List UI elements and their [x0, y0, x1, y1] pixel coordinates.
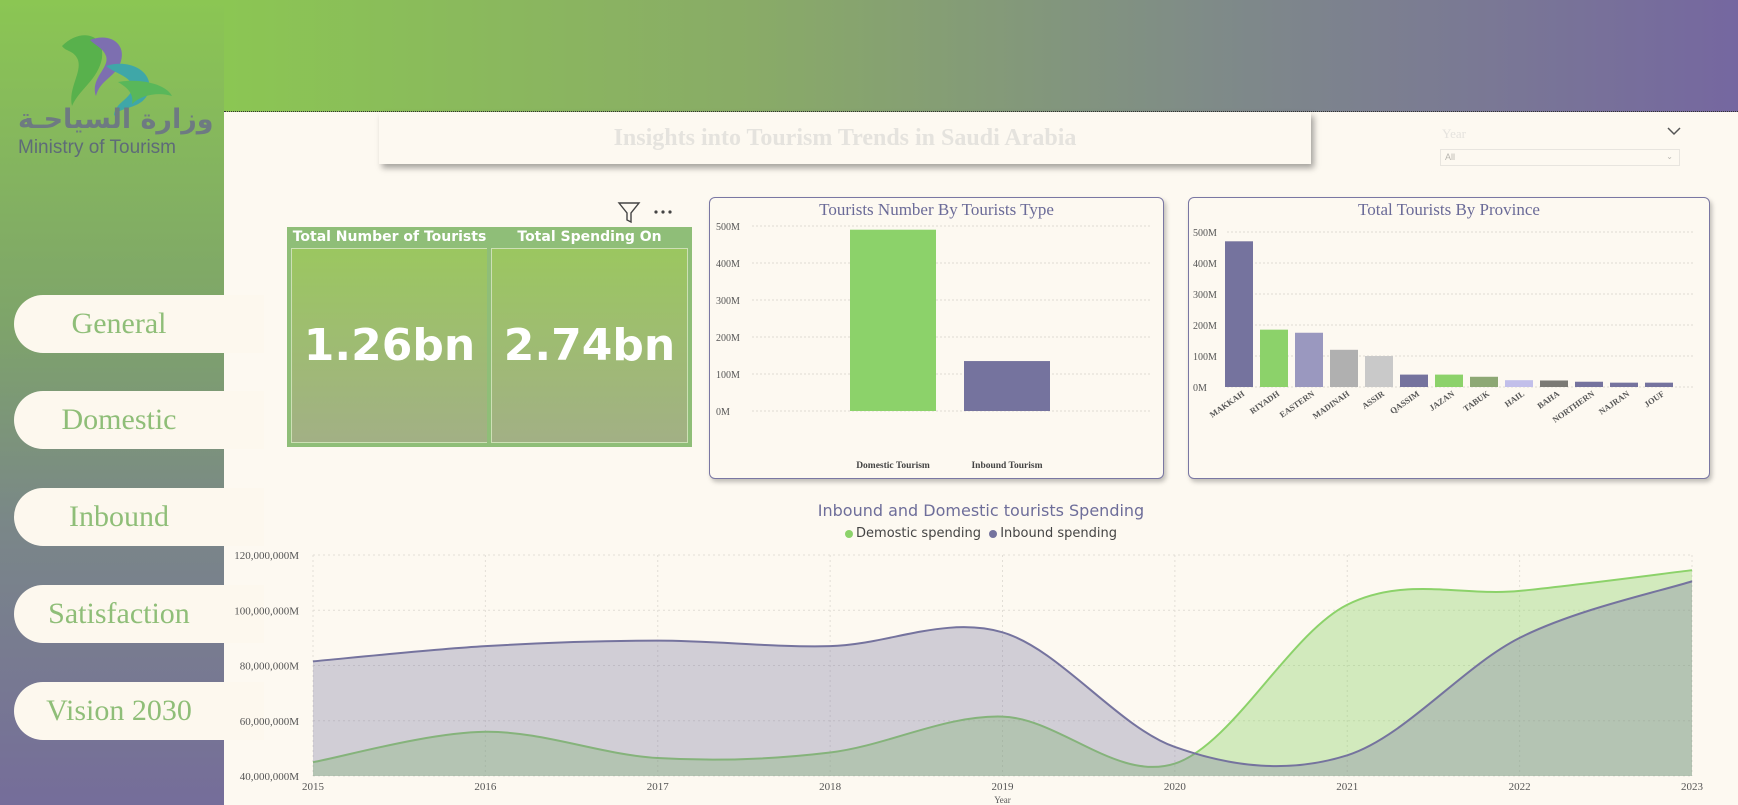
year-slicer-value: All	[1445, 152, 1456, 162]
legend-marker	[989, 529, 998, 538]
kpi-card-title: Total Spending On Tourism	[517, 229, 662, 265]
year-slicer-dropdown[interactable]: All ⌄	[1440, 149, 1680, 166]
x-tick-label: JAZAN	[1427, 388, 1457, 413]
x-tick-label: 2015	[302, 781, 325, 793]
y-tick-label: 300M	[716, 296, 740, 307]
tourists-by-province-chart[interactable]: 0M100M200M300M400M500MMAKKAH RIYADHEASTER…	[1189, 198, 1709, 478]
logo-english-text: Ministry of Tourism	[18, 137, 177, 158]
top-banner	[224, 0, 1738, 112]
bar	[1365, 356, 1393, 387]
y-tick-label: 0M	[1193, 383, 1207, 394]
y-tick-label: 0M	[716, 407, 730, 418]
bar	[1610, 382, 1638, 387]
bar	[850, 229, 936, 411]
year-slicer-label: Year	[1442, 126, 1466, 141]
tourists-by-province-panel[interactable]: Total Tourists By Province 0M 100M 200M 300…	[1188, 197, 1710, 479]
x-tick-label: BAHA	[1535, 388, 1562, 411]
spending-chart-legend: Demostic spending Inbound spending	[224, 526, 1738, 541]
x-tick-label: Inbound Tourism	[971, 461, 1042, 471]
bar	[1470, 376, 1498, 387]
legend-inbound[interactable]: Inbound spending	[1000, 526, 1117, 541]
x-tick-label: NAJRAN	[1597, 388, 1632, 417]
y-tick-label: 40,000,000M	[240, 771, 300, 783]
bar	[1400, 374, 1428, 387]
nav-domestic-button[interactable]: Domestic	[14, 391, 264, 449]
x-tick-label: 2020	[1164, 781, 1187, 793]
y-tick-label: 120,000,000M	[234, 550, 299, 562]
y-tick-label: 500M	[716, 222, 740, 233]
x-tick-label: 2017	[647, 781, 670, 793]
bar	[1645, 382, 1673, 387]
bar	[1435, 374, 1463, 387]
visual-header	[617, 198, 679, 226]
x-tick-label: JOUF	[1642, 388, 1666, 409]
series-area	[313, 581, 1692, 776]
y-tick-label: 200M	[716, 333, 740, 344]
x-tick-label: 2016	[474, 781, 497, 793]
bar	[1225, 241, 1253, 387]
kpi-card-value: 2.74bn	[503, 320, 676, 371]
x-tick-label: 2022	[1509, 781, 1531, 793]
nav-vision-2030-button[interactable]: Vision 2030	[14, 682, 264, 740]
x-tick-label: MAKKAH	[1208, 388, 1247, 419]
tourists-by-type-chart[interactable]: 0M 100M 200M 300M 400M 500M Domestic Tourism In…	[710, 198, 1163, 478]
logo-arabic-text: وزارة السياحـة	[18, 104, 214, 135]
x-tick-label: ASSIR	[1360, 388, 1387, 411]
kpi-card-title: Total Number of Tourists	[292, 229, 487, 245]
spending-chart-title: Inbound and Domestic tourists Spending	[817, 501, 1145, 520]
more-options-icon[interactable]	[654, 210, 672, 214]
legend-domestic[interactable]: Demostic spending	[856, 526, 981, 541]
y-tick-label: 200M	[1193, 321, 1217, 332]
x-tick-label: QASSIM	[1388, 388, 1421, 415]
filter-icon[interactable]	[617, 202, 641, 224]
chevron-down-icon: ⌄	[1666, 152, 1673, 161]
chevron-down-icon[interactable]	[1664, 122, 1684, 140]
x-tick-label: HAIL	[1503, 388, 1527, 409]
x-tick-label: 2021	[1336, 781, 1358, 793]
bar	[964, 361, 1050, 411]
kpi-card-value: 1.26bn	[303, 320, 476, 371]
y-tick-label: 100M	[716, 370, 740, 381]
y-tick-label: 500M	[1193, 228, 1217, 239]
kpi-card-total-spending: Total Spending On Tourism 2.74bn	[487, 227, 692, 447]
x-tick-label: TABUK	[1461, 388, 1491, 413]
x-tick-label: 2018	[819, 781, 842, 793]
kpi-card-total-tourists: Total Number of Tourists 1.26bn	[287, 227, 492, 447]
series-area	[313, 570, 1692, 776]
bar	[1505, 380, 1533, 387]
y-tick-label: 100M	[1193, 352, 1217, 363]
x-tick-label: 2023	[1681, 781, 1704, 793]
bar	[1295, 332, 1323, 387]
tourists-by-type-panel[interactable]: Tourists Number By Tourists Type 0M 100M 2…	[709, 197, 1164, 479]
series-line	[312, 569, 1693, 768]
bar	[1260, 329, 1288, 387]
bar	[1575, 381, 1603, 387]
y-tick-label: 400M	[716, 259, 740, 270]
page-title: Insights into Tourism Trends in Saudi Ar…	[379, 112, 1311, 164]
legend-marker	[845, 529, 854, 538]
x-axis-label: Year	[994, 795, 1011, 805]
bar	[1540, 380, 1568, 387]
y-tick-label: 300M	[1193, 290, 1217, 301]
bar	[1330, 349, 1358, 387]
y-tick-label: 400M	[1193, 259, 1217, 270]
x-tick-label: MADINAH	[1311, 388, 1352, 421]
x-tick-label: 2019	[992, 781, 1015, 793]
x-tick-label: RIYADH	[1248, 388, 1282, 416]
series-line	[312, 580, 1693, 768]
x-tick-label: Domestic Tourism	[856, 461, 930, 471]
nav-satisfaction-button[interactable]: Satisfaction	[14, 585, 264, 643]
y-tick-label: 80,000,000M	[240, 661, 300, 673]
nav-general-button[interactable]: General	[14, 295, 264, 353]
